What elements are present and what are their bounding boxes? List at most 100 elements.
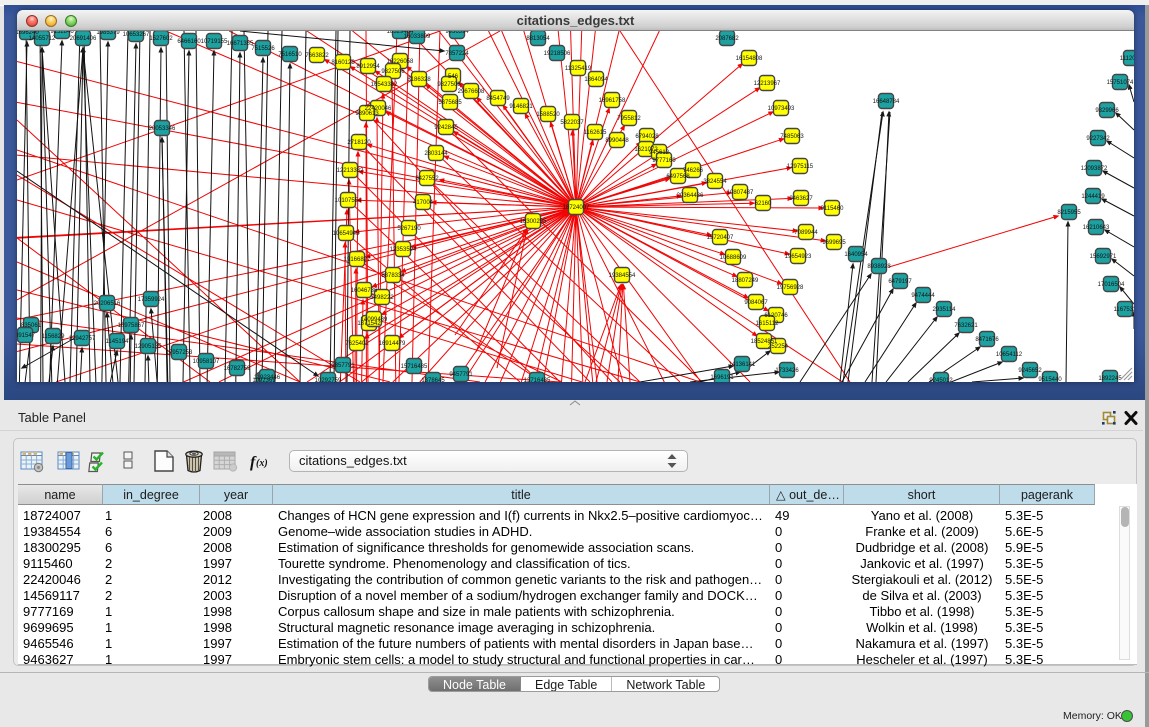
svg-text:6120746: 6120746 — [764, 313, 788, 319]
svg-text:17016504: 17016504 — [1098, 282, 1125, 288]
svg-text:1985379: 1985379 — [96, 31, 120, 36]
svg-text:12213967: 12213967 — [754, 81, 781, 87]
svg-text:20053346: 20053346 — [149, 126, 176, 132]
svg-text:5875685: 5875685 — [438, 100, 462, 106]
svg-text:10688609: 10688609 — [720, 255, 747, 261]
svg-text:12942757: 12942757 — [69, 336, 96, 342]
svg-text:9227342: 9227342 — [1086, 136, 1110, 142]
svg-text:16671355: 16671355 — [227, 41, 254, 47]
svg-text:9245652: 9245652 — [1018, 368, 1042, 374]
svg-text:3824554: 3824554 — [703, 179, 727, 185]
svg-text:835061: 835061 — [21, 323, 42, 329]
svg-text:15692971: 15692971 — [1090, 254, 1117, 260]
svg-text:7857224: 7857224 — [445, 51, 469, 57]
svg-text:12975115: 12975115 — [787, 164, 814, 170]
svg-text:9327508: 9327508 — [437, 82, 461, 88]
svg-text:417004: 417004 — [413, 200, 434, 206]
svg-text:7663822: 7663822 — [305, 53, 329, 59]
svg-text:10654112: 10654112 — [996, 352, 1023, 358]
svg-text:19218506: 19218506 — [544, 51, 571, 57]
svg-text:16782759: 16782759 — [224, 366, 251, 372]
svg-text:20691406: 20691406 — [70, 36, 97, 42]
svg-text:945612: 945612 — [649, 150, 670, 156]
svg-text:15720407: 15720407 — [707, 235, 734, 241]
svg-text:7516510: 7516510 — [278, 52, 302, 58]
svg-text:19654923: 19654923 — [785, 254, 812, 260]
svg-text:14055712: 14055712 — [29, 36, 56, 42]
svg-text:16154808: 16154808 — [736, 56, 763, 62]
svg-text:6794028: 6794028 — [635, 134, 659, 140]
svg-text:15716485: 15716485 — [401, 364, 428, 370]
svg-text:16961758: 16961758 — [599, 98, 626, 104]
svg-text:10975867: 10975867 — [118, 323, 145, 329]
svg-text:1156829: 1156829 — [42, 334, 66, 340]
svg-text:(x): (x) — [256, 458, 268, 469]
svg-text:12213382: 12213382 — [337, 168, 364, 174]
svg-text:546: 546 — [448, 74, 459, 80]
svg-text:12905135: 12905135 — [135, 344, 162, 350]
svg-text:19166827: 19166827 — [344, 257, 371, 263]
svg-text:20206516: 20206516 — [94, 301, 121, 307]
svg-text:9515440: 9515440 — [1038, 377, 1062, 382]
svg-text:9699695: 9699695 — [822, 240, 846, 246]
svg-text:7632621: 7632621 — [954, 323, 978, 329]
svg-text:9242845: 9242845 — [434, 125, 458, 131]
svg-text:10807487: 10807487 — [727, 190, 754, 196]
svg-text:20364436: 20364436 — [677, 193, 704, 199]
svg-text:8938928: 8938928 — [867, 264, 891, 270]
svg-text:15751074: 15751074 — [1107, 80, 1134, 86]
svg-text:8427552: 8427552 — [415, 176, 439, 182]
svg-text:3498222: 3498222 — [370, 295, 394, 301]
svg-text:18226058: 18226058 — [387, 59, 414, 65]
svg-text:7089944: 7089944 — [794, 230, 818, 236]
svg-text:9463627: 9463627 — [789, 196, 813, 202]
svg-text:8471676: 8471676 — [975, 337, 999, 343]
svg-text:1145194: 1145194 — [106, 339, 130, 345]
svg-text:9890613: 9890613 — [355, 111, 379, 117]
svg-text:18300295: 18300295 — [520, 219, 547, 225]
svg-text:11923446: 11923446 — [254, 375, 281, 381]
svg-text:1733426: 1733426 — [775, 368, 799, 374]
svg-text:18724007: 18724007 — [563, 205, 590, 211]
svg-text:9152846: 9152846 — [50, 31, 74, 35]
svg-text:12093872: 12093872 — [1081, 166, 1108, 172]
svg-text:8215955: 8215955 — [1057, 210, 1081, 216]
svg-text:10958107: 10958107 — [193, 359, 220, 365]
svg-text:5822037: 5822037 — [560, 120, 584, 126]
svg-text:9115460: 9115460 — [821, 206, 845, 212]
svg-text:8878334: 8878334 — [381, 273, 405, 279]
svg-text:10973493: 10973493 — [768, 106, 795, 112]
svg-text:9936394: 9936394 — [445, 31, 469, 35]
svg-text:10719155: 10719155 — [201, 39, 228, 45]
svg-text:9329966: 9329966 — [1095, 108, 1119, 114]
svg-text:17957253: 17957253 — [166, 350, 193, 356]
svg-text:9084067: 9084067 — [744, 300, 768, 306]
svg-text:8186328: 8186328 — [407, 77, 431, 83]
svg-text:1615112: 1615112 — [756, 321, 780, 327]
svg-text:6479197: 6479197 — [888, 279, 912, 285]
svg-text:7625402: 7625402 — [345, 341, 369, 347]
svg-text:252254: 252254 — [768, 344, 789, 350]
svg-text:6497568: 6497568 — [666, 174, 690, 180]
svg-text:9777169: 9777169 — [652, 158, 676, 164]
svg-text:9457791: 9457791 — [449, 372, 473, 378]
svg-text:16046736: 16046736 — [351, 288, 378, 294]
svg-text:17359924: 17359924 — [138, 297, 165, 303]
svg-text:12353594: 12353594 — [390, 247, 417, 253]
svg-text:2935114: 2935114 — [933, 307, 957, 313]
svg-text:16914479: 16914479 — [379, 341, 406, 347]
svg-text:391547: 391547 — [17, 333, 36, 339]
svg-text:6466160: 6466160 — [177, 39, 201, 45]
svg-text:1112042: 1112042 — [1120, 56, 1134, 62]
svg-text:7955812: 7955812 — [617, 116, 641, 122]
svg-text:1864094: 1864094 — [584, 77, 608, 83]
svg-text:2087682: 2087682 — [715, 36, 739, 42]
svg-text:9474444: 9474444 — [911, 293, 935, 299]
svg-text:7515526: 7515526 — [251, 46, 275, 52]
svg-text:9857791: 9857791 — [331, 363, 355, 369]
svg-text:8990448: 8990448 — [605, 138, 629, 144]
svg-text:10654948: 10654948 — [333, 231, 360, 237]
svg-text:8160123: 8160123 — [331, 60, 355, 66]
svg-text:10292759: 10292759 — [315, 378, 342, 382]
svg-text:1162615: 1162615 — [584, 130, 608, 136]
